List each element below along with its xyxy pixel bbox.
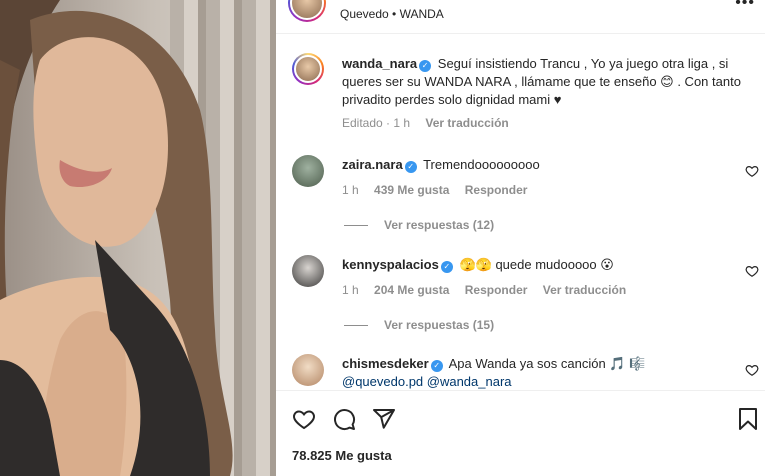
reply-button[interactable]: Responder [465, 183, 528, 197]
replies-divider [344, 225, 368, 227]
avatar[interactable] [292, 155, 324, 187]
verified-badge-icon: ✓ [440, 261, 453, 273]
replies-divider [344, 325, 368, 327]
action-bar: 78.825 Me gusta [276, 390, 765, 476]
translate-link[interactable]: Ver traducción [543, 283, 626, 297]
comment-text: chismesdeker ✓ Apa Wanda ya sos canción 🎵… [342, 355, 743, 390]
avatar[interactable] [292, 53, 324, 85]
avatar[interactable] [292, 354, 324, 386]
comment-username[interactable]: chismesdeker [342, 356, 429, 371]
more-icon[interactable]: ••• [735, 0, 755, 12]
comment-body: 🫣🫣 quede mudooooo 😮 [459, 257, 614, 272]
comment-text: zaira.nara ✓ Tremendooooooooo [342, 156, 743, 174]
heart-icon[interactable] [745, 264, 759, 278]
post-header: Quevedo • WANDA ••• [276, 0, 765, 34]
comment-username[interactable]: kennyspalacios [342, 257, 439, 272]
comment-icon[interactable] [332, 407, 356, 431]
heart-icon[interactable] [745, 363, 759, 377]
caption-text: wanda_nara ✓ Seguí insistiendo Trancu , Y… [342, 55, 743, 109]
translate-link[interactable]: Ver traducción [425, 116, 508, 130]
comment-meta: 1 h 439 Me gusta Responder [342, 183, 539, 197]
view-replies-label: Ver respuestas (12) [384, 218, 495, 232]
heart-icon[interactable] [745, 164, 759, 178]
view-replies-button[interactable]: Ver respuestas (12) [344, 218, 494, 232]
share-icon[interactable] [372, 407, 396, 431]
comment-body: Apa Wanda ya sos canción 🎵 🎼 [448, 356, 646, 371]
comment-time: 1 h [342, 283, 359, 297]
verified-badge-icon: ✓ [404, 161, 417, 173]
reply-button[interactable]: Responder [465, 283, 528, 297]
heart-icon[interactable] [292, 407, 316, 431]
comment-likes[interactable]: 204 Me gusta [374, 283, 449, 297]
comments-panel: Quevedo • WANDA ••• wanda_nara ✓ Seguí in… [276, 0, 765, 476]
avatar[interactable] [292, 255, 324, 287]
bookmark-icon[interactable] [737, 407, 759, 431]
comment-mentions[interactable]: @quevedo.pd @wanda_nara [342, 374, 512, 389]
comments-list[interactable]: wanda_nara ✓ Seguí insistiendo Trancu , Y… [276, 35, 765, 390]
post-photo[interactable] [0, 0, 276, 476]
comment-body: Tremendooooooooo [423, 157, 540, 172]
post-location[interactable]: Quevedo • WANDA [340, 7, 444, 21]
comment-username[interactable]: zaira.nara [342, 157, 403, 172]
comment-text: kennyspalacios ✓ 🫣🫣 quede mudooooo 😮 [342, 256, 743, 274]
photo-figure [0, 0, 233, 476]
view-replies-label: Ver respuestas (15) [384, 318, 495, 332]
caption-username[interactable]: wanda_nara [342, 56, 417, 71]
author-avatar[interactable] [288, 0, 326, 22]
likes-count[interactable]: 78.825 Me gusta [292, 448, 392, 463]
edited-label: Editado · 1 h [342, 116, 411, 130]
caption-meta: Editado · 1 h Ver traducción [342, 116, 521, 130]
comment-likes[interactable]: 439 Me gusta [374, 183, 449, 197]
verified-badge-icon: ✓ [419, 60, 432, 72]
comment-time: 1 h [342, 183, 359, 197]
verified-badge-icon: ✓ [430, 360, 443, 372]
view-replies-button[interactable]: Ver respuestas (15) [344, 318, 494, 332]
comment-meta: 1 h 204 Me gusta Responder Ver traducció… [342, 283, 638, 297]
